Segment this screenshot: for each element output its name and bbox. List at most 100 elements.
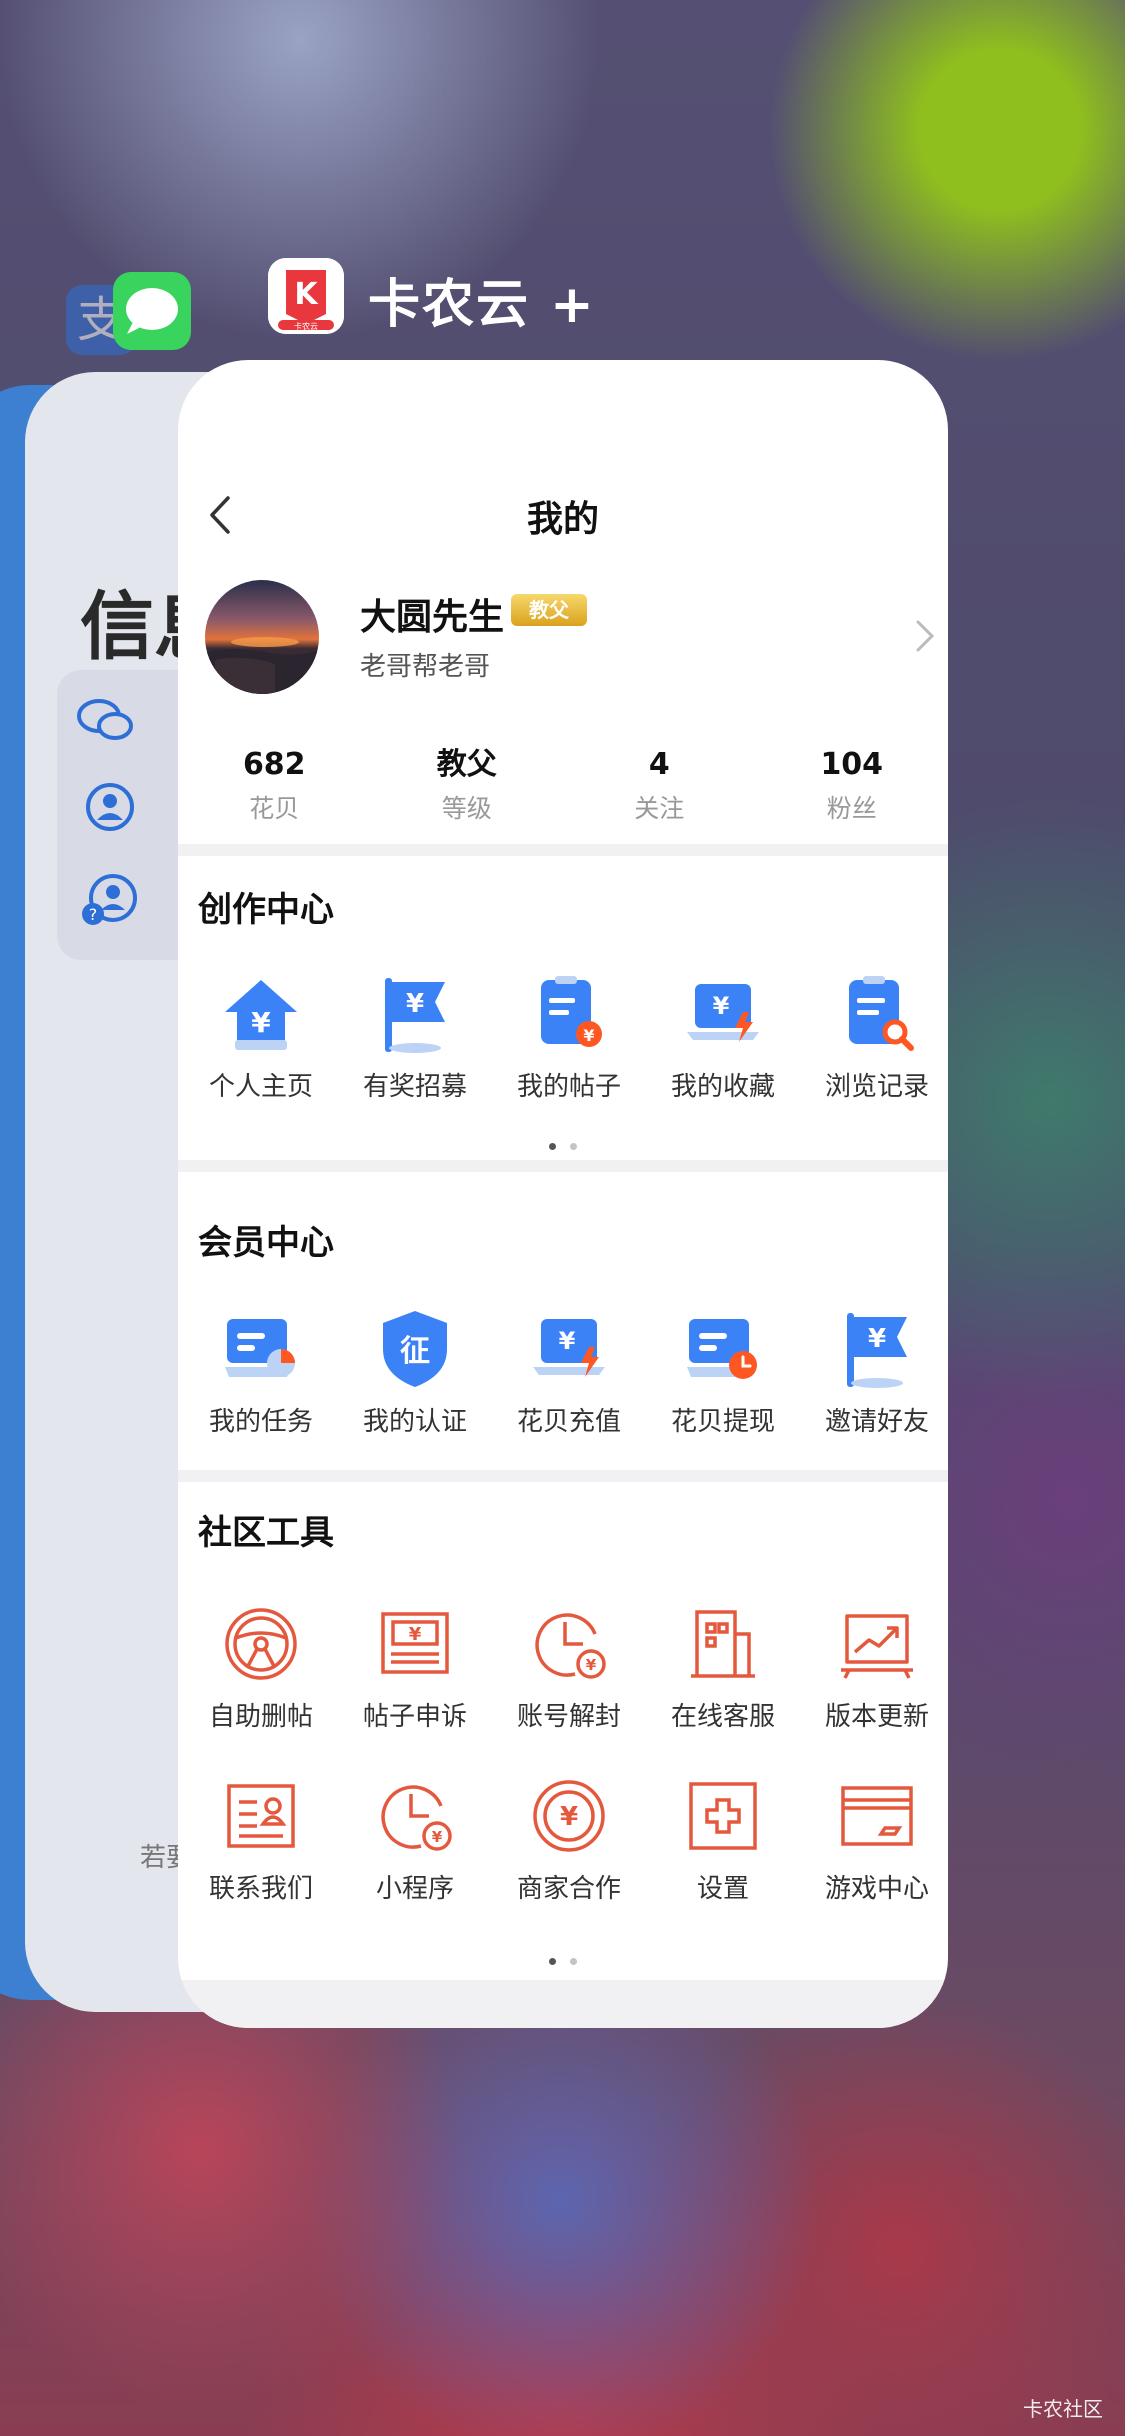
grid-item-label: 自助删帖 bbox=[208, 1702, 313, 1732]
avatar[interactable] bbox=[205, 580, 319, 694]
laptop-yen-icon: ¥ bbox=[687, 984, 759, 1042]
switcher-app-title: 卡农云 + bbox=[368, 262, 596, 337]
page-indicator bbox=[178, 1135, 948, 1150]
plus-box-icon bbox=[689, 1782, 757, 1850]
user-subtitle: 老哥帮老哥 bbox=[360, 652, 491, 682]
kanong-app-card[interactable]: 我的 大圆先生 教父 老哥帮老哥 682 花贝 教父 等级 4 关注 104 粉… bbox=[178, 360, 948, 2028]
section-title-member: 会员中心 bbox=[198, 1223, 334, 1263]
creation-item-home[interactable]: ¥ 个人主页 bbox=[184, 970, 338, 1103]
clipboard-yen-icon: ¥ bbox=[541, 976, 602, 1047]
tools-item-miniapp[interactable]: ¥ 小程序 bbox=[338, 1772, 492, 1905]
profile-header[interactable]: 大圆先生 教父 老哥帮老哥 bbox=[178, 580, 948, 710]
stat-followers[interactable]: 104 粉丝 bbox=[756, 745, 949, 845]
svg-text:¥: ¥ bbox=[560, 1802, 578, 1832]
stat-label: 关注 bbox=[634, 794, 685, 823]
tools-item-support[interactable]: 在线客服 bbox=[646, 1600, 800, 1733]
stat-label: 等级 bbox=[441, 794, 492, 823]
tools-item-games[interactable]: 游戏中心 bbox=[800, 1772, 948, 1905]
banknote-icon: ¥ bbox=[381, 1612, 449, 1674]
section-divider bbox=[178, 844, 948, 856]
clock-yen-icon: ¥ bbox=[535, 1613, 606, 1679]
grid-item-label: 在线客服 bbox=[670, 1702, 775, 1732]
user-name: 大圆先生 bbox=[360, 597, 505, 638]
grid-item-label: 设置 bbox=[696, 1874, 749, 1904]
stat-value: 104 bbox=[820, 747, 884, 782]
tools-item-unban[interactable]: ¥ 账号解封 bbox=[492, 1600, 646, 1733]
tools-grid-row-2: 联系我们 ¥ 小程序 ¥ 商家合作 设置 游戏中心 bbox=[184, 1772, 948, 1905]
page-title: 我的 bbox=[526, 499, 599, 540]
grid-item-label: 个人主页 bbox=[208, 1072, 313, 1102]
shield-cert-icon: 征 bbox=[383, 1311, 447, 1387]
grid-item-label: 有奖招募 bbox=[362, 1072, 467, 1102]
stat-label: 粉丝 bbox=[826, 794, 877, 823]
stat-huabei[interactable]: 682 花贝 bbox=[178, 745, 371, 845]
app-name-suffix: + bbox=[550, 275, 596, 335]
grid-item-label: 我的帖子 bbox=[516, 1072, 621, 1102]
svg-text:¥: ¥ bbox=[586, 1656, 597, 1674]
tools-grid-row-1: 自助删帖 ¥ 帖子申诉 ¥ 账号解封 在线客服 版本更新 bbox=[184, 1600, 948, 1733]
svg-text:¥: ¥ bbox=[409, 1624, 422, 1645]
clock-yen-icon: ¥ bbox=[381, 1785, 452, 1851]
section-title-tools: 社区工具 bbox=[198, 1513, 334, 1553]
grid-item-label: 游戏中心 bbox=[824, 1874, 929, 1904]
stat-value: 682 bbox=[242, 747, 306, 782]
grid-item-label: 我的收藏 bbox=[670, 1072, 775, 1102]
chevron-right-icon[interactable] bbox=[914, 618, 936, 654]
card-pie-icon bbox=[225, 1319, 295, 1377]
creation-grid: ¥ 个人主页 ¥ 有奖招募 ¥ 我的帖子 ¥ 我的收藏 浏览记录 bbox=[184, 970, 948, 1103]
svg-text:¥: ¥ bbox=[713, 992, 730, 1020]
grid-item-label: 账号解封 bbox=[516, 1702, 621, 1732]
bottom-bar bbox=[178, 1980, 948, 2028]
stat-level[interactable]: 教父 等级 bbox=[371, 745, 564, 845]
clipboard-search-icon bbox=[849, 976, 914, 1051]
speech-bubble-icon bbox=[126, 288, 178, 334]
tools-item-merchant[interactable]: ¥ 商家合作 bbox=[492, 1772, 646, 1905]
member-item-tasks[interactable]: 我的任务 bbox=[184, 1305, 338, 1438]
tools-item-update[interactable]: 版本更新 bbox=[800, 1600, 948, 1733]
card-clock-icon bbox=[687, 1319, 757, 1379]
sunset-photo-icon bbox=[205, 637, 319, 694]
grid-item-label: 小程序 bbox=[375, 1874, 454, 1904]
member-item-withdraw[interactable]: 花贝提现 bbox=[646, 1305, 800, 1438]
creation-item-recruit[interactable]: ¥ 有奖招募 bbox=[338, 970, 492, 1103]
grid-item-label: 商家合作 bbox=[516, 1874, 621, 1904]
member-item-certify[interactable]: 征 我的认证 bbox=[338, 1305, 492, 1438]
svg-text:¥: ¥ bbox=[868, 1324, 886, 1354]
kanong-app-icon[interactable]: K 卡农云 bbox=[268, 258, 344, 334]
tools-item-appeal[interactable]: ¥ 帖子申诉 bbox=[338, 1600, 492, 1733]
grid-item-label: 帖子申诉 bbox=[362, 1702, 467, 1732]
flag-yen-icon: ¥ bbox=[385, 978, 445, 1053]
creation-item-favorites[interactable]: ¥ 我的收藏 bbox=[646, 970, 800, 1103]
creation-item-posts[interactable]: ¥ 我的帖子 bbox=[492, 970, 646, 1103]
svg-text:¥: ¥ bbox=[406, 989, 424, 1019]
svg-text:K: K bbox=[294, 277, 319, 312]
member-item-invite[interactable]: ¥ 邀请好友 bbox=[800, 1305, 948, 1438]
grid-item-label: 我的认证 bbox=[362, 1407, 467, 1437]
grid-item-label: 联系我们 bbox=[208, 1874, 313, 1904]
building-icon bbox=[691, 1610, 755, 1678]
stats-row: 682 花贝 教父 等级 4 关注 104 粉丝 bbox=[178, 745, 948, 845]
messages-app-icon[interactable] bbox=[113, 272, 191, 350]
creation-item-history[interactable]: 浏览记录 bbox=[800, 970, 948, 1103]
grid-item-label: 花贝提现 bbox=[670, 1407, 775, 1437]
chat-bubbles-icon bbox=[77, 699, 133, 740]
nav-bar: 我的 bbox=[178, 480, 948, 550]
tools-item-contact[interactable]: 联系我们 bbox=[184, 1772, 338, 1905]
user-circle-icon bbox=[86, 783, 134, 831]
app-icon-caption: 卡农云 bbox=[294, 321, 318, 331]
grid-item-label: 邀请好友 bbox=[824, 1407, 929, 1437]
steering-wheel-icon bbox=[225, 1608, 297, 1680]
page-indicator bbox=[178, 1950, 948, 1965]
house-yen-icon: ¥ bbox=[225, 980, 297, 1050]
section-title-creation: 创作中心 bbox=[198, 890, 334, 930]
stat-value: 教父 bbox=[436, 747, 497, 782]
flag-yen-icon: ¥ bbox=[847, 1313, 907, 1388]
section-divider bbox=[178, 1470, 948, 1482]
tools-item-settings[interactable]: 设置 bbox=[646, 1772, 800, 1905]
grid-item-label: 浏览记录 bbox=[824, 1072, 929, 1102]
coin-yen-icon: ¥ bbox=[533, 1780, 605, 1852]
tools-item-delete-post[interactable]: 自助删帖 bbox=[184, 1600, 338, 1733]
member-item-recharge[interactable]: ¥ 花贝充值 bbox=[492, 1305, 646, 1438]
stat-following[interactable]: 4 关注 bbox=[563, 745, 756, 845]
grid-item-label: 我的任务 bbox=[208, 1407, 313, 1437]
